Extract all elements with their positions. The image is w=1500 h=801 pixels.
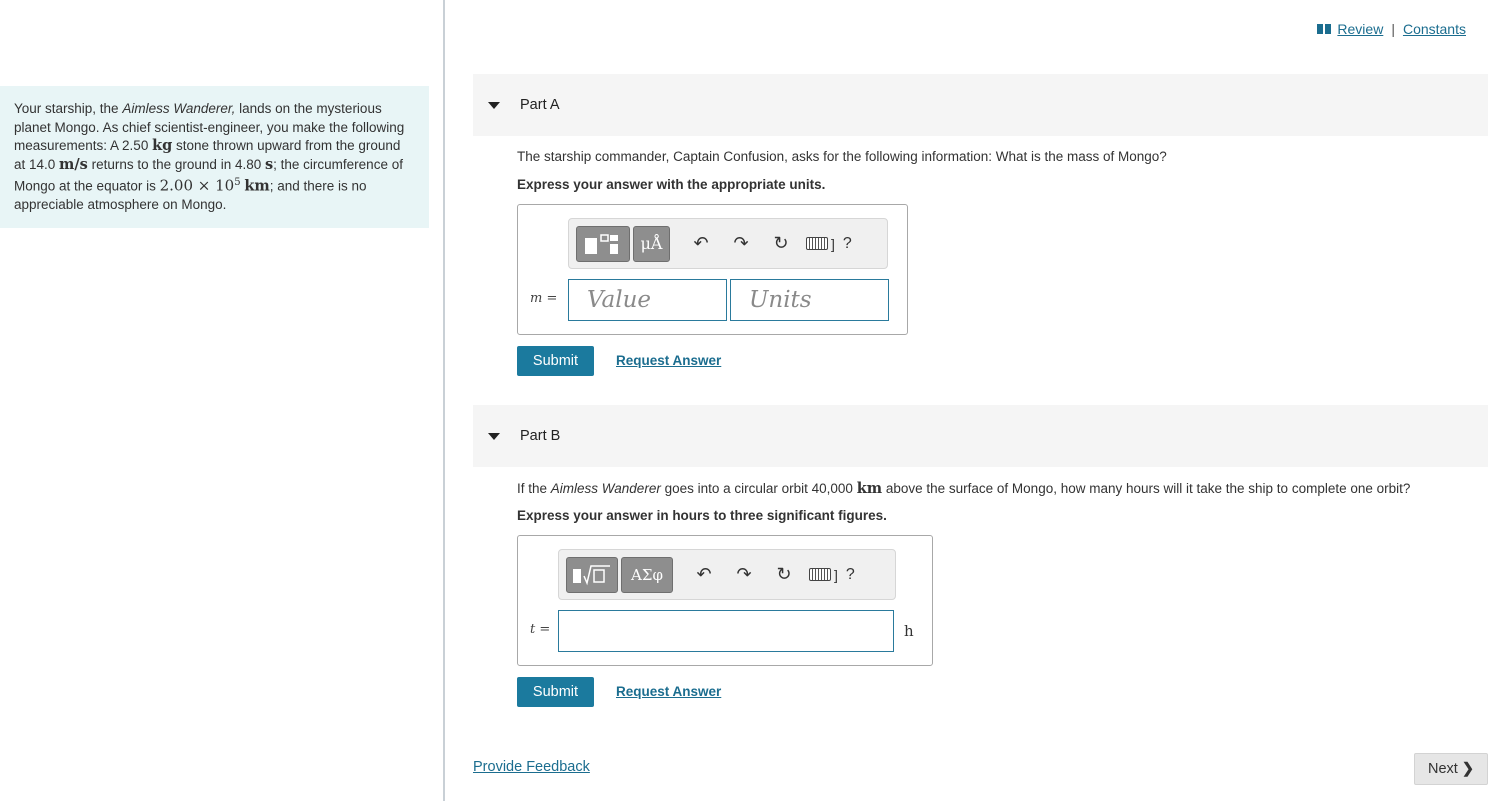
part-b-answer-box: ΑΣφ ↶ ↷ ↻ ] ? t = h <box>517 535 933 666</box>
keyboard-icon[interactable]: ] <box>809 567 838 583</box>
reset-icon[interactable]: ↻ <box>769 564 799 585</box>
units-button[interactable]: μÅ <box>633 225 670 262</box>
units-input[interactable]: Units <box>730 279 889 321</box>
column-divider <box>443 0 445 801</box>
constants-link[interactable]: Constants <box>1403 21 1466 37</box>
answer-input[interactable] <box>558 610 894 652</box>
value-input[interactable]: Value <box>568 279 727 321</box>
keyboard-icon[interactable]: ] <box>806 236 835 252</box>
unit-ms: m/s <box>59 155 88 173</box>
ship-name: Aimless Wanderer <box>550 481 661 496</box>
part-a-question: The starship commander, Captain Confusio… <box>517 149 1167 164</box>
book-icon <box>1317 24 1332 34</box>
part-b-question: If the Aimless Wanderer goes into a circ… <box>517 480 1410 497</box>
part-b-toolbar: ΑΣφ ↶ ↷ ↻ ] ? <box>558 549 896 600</box>
problem-text: returns to the ground in 4.80 <box>87 156 265 172</box>
unit-km: km <box>244 177 270 195</box>
next-button[interactable]: Next ❯ <box>1414 753 1488 785</box>
greek-symbols-button[interactable]: ΑΣφ <box>621 556 673 593</box>
unit-s: s <box>264 155 274 173</box>
question-text: goes into a circular orbit 40,000 <box>660 481 857 496</box>
part-a-request-answer-link[interactable]: Request Answer <box>616 353 721 368</box>
part-b-submit-button[interactable]: Submit <box>517 677 594 707</box>
unit-kg: kg <box>152 137 173 154</box>
part-b-request-answer-link[interactable]: Request Answer <box>616 684 721 699</box>
provide-feedback-link[interactable]: Provide Feedback <box>473 759 590 775</box>
part-b-header[interactable]: Part B <box>473 405 1488 467</box>
part-b-variable-label: t = <box>530 622 551 637</box>
redo-icon[interactable]: ↷ <box>729 564 759 585</box>
problem-statement: Your starship, the Aimless Wanderer, lan… <box>0 86 429 228</box>
ship-name: Aimless Wanderer, <box>122 101 236 116</box>
caret-down-icon[interactable] <box>488 101 500 109</box>
undo-icon[interactable]: ↶ <box>689 564 719 585</box>
problem-text: Your starship, the <box>14 101 123 116</box>
part-a-title: Part A <box>520 97 560 113</box>
unit-hours-label: h <box>904 622 914 640</box>
review-link[interactable]: Review <box>1337 21 1383 37</box>
part-a-variable-label: m = <box>530 291 558 306</box>
next-label: Next <box>1428 761 1458 777</box>
unit-km: km <box>856 480 883 497</box>
undo-icon[interactable]: ↶ <box>686 233 716 254</box>
caret-down-icon[interactable] <box>488 432 500 440</box>
part-a-toolbar: μÅ ↶ ↷ ↻ ] ? <box>568 218 888 269</box>
part-b-instruction: Express your answer in hours to three si… <box>517 508 887 523</box>
help-icon[interactable]: ? <box>846 566 855 584</box>
link-separator: | <box>1391 21 1395 37</box>
part-a-answer-box: μÅ ↶ ↷ ↻ ] ? m = Value Units <box>517 204 908 335</box>
help-icon[interactable]: ? <box>843 235 852 253</box>
templates-button[interactable] <box>566 556 618 593</box>
part-a-instruction: Express your answer with the appropriate… <box>517 177 826 192</box>
circumference-exponent: 5 <box>234 177 241 188</box>
reset-icon[interactable]: ↻ <box>766 233 796 254</box>
sqrt-template-icon <box>573 564 610 585</box>
redo-icon[interactable]: ↷ <box>726 233 756 254</box>
part-a-submit-button[interactable]: Submit <box>517 346 594 376</box>
circumference-value: 2.00 × 10 <box>159 176 235 195</box>
chevron-right-icon: ❯ <box>1461 761 1474 777</box>
part-b-title: Part B <box>520 428 561 444</box>
question-text: above the surface of Mongo, how many hou… <box>882 481 1411 496</box>
question-text: If the <box>517 481 551 496</box>
templates-icon <box>585 233 618 254</box>
part-a-header[interactable]: Part A <box>473 74 1488 136</box>
top-links: Review | Constants <box>1317 21 1466 37</box>
templates-button[interactable] <box>576 225 630 262</box>
